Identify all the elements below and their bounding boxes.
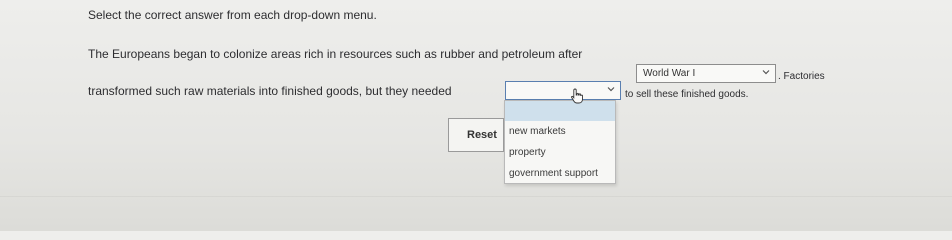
reset-button-label: Reset	[467, 129, 497, 141]
sentence-part-3: transformed such raw materials into fini…	[88, 84, 452, 98]
dropdown-1-value: World War I	[643, 68, 696, 79]
sentence-part-1: The Europeans began to colonize areas ri…	[88, 47, 583, 61]
dropdown-option[interactable]: property	[505, 143, 615, 163]
chevron-down-icon	[607, 87, 615, 92]
reset-button[interactable]: Reset	[448, 118, 504, 152]
dropdown-2[interactable]	[505, 81, 621, 100]
sentence-part-4: to sell these finished goods.	[625, 89, 749, 100]
divider	[0, 196, 952, 197]
hand-cursor-icon	[571, 88, 583, 104]
dropdown-1[interactable]: World War I	[636, 64, 776, 83]
dropdown-option[interactable]: government support	[505, 164, 615, 184]
chevron-down-icon	[762, 70, 770, 75]
instruction-text: Select the correct answer from each drop…	[88, 8, 377, 22]
dropdown-option[interactable]: new markets	[505, 122, 615, 142]
sentence-part-2: . Factories	[778, 71, 825, 82]
dropdown-option-blank[interactable]	[505, 101, 615, 121]
dropdown-2-options: new markets property government support	[504, 100, 616, 184]
